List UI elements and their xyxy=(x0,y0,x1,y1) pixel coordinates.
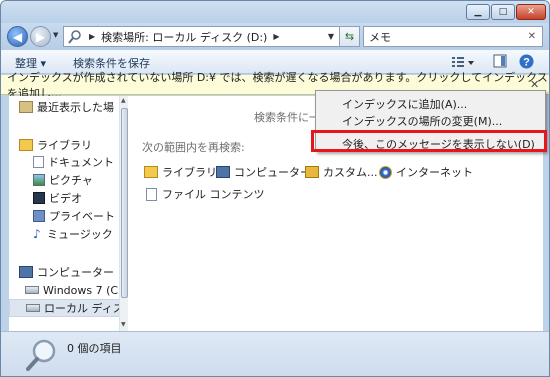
scroll-down-icon[interactable]: ▼ xyxy=(121,321,126,328)
address-dropdown-icon[interactable]: ▼ xyxy=(328,32,334,41)
nav-item-recent-places[interactable]: 最近表示した場 xyxy=(19,98,114,116)
nav-item-computer[interactable]: コンピューター xyxy=(19,263,114,281)
pictures-icon xyxy=(33,174,45,186)
internet-explorer-icon xyxy=(379,165,392,179)
navigation-pane[interactable]: 最近表示した場 ライブラリ ドキュメント ピクチャ ビデオ プライベート ♪ ミ… xyxy=(9,96,127,331)
breadcrumb-separator-icon[interactable]: ▶ xyxy=(89,32,95,41)
nav-item-pictures[interactable]: ピクチャ xyxy=(33,171,93,189)
nav-item-private[interactable]: プライベート xyxy=(33,207,115,225)
address-path[interactable]: 検索場所: ローカル ディスク (D:) xyxy=(101,29,267,45)
drive-d-icon xyxy=(26,304,40,312)
forward-button[interactable]: ▶ xyxy=(30,26,51,47)
music-icon: ♪ xyxy=(33,227,41,241)
nav-item-documents[interactable]: ドキュメント xyxy=(33,153,114,171)
minimize-icon: ▁ xyxy=(474,7,482,17)
documents-icon xyxy=(33,156,44,168)
nav-item-drive-c[interactable]: Windows 7 (C:) xyxy=(25,281,126,299)
preview-pane-icon xyxy=(493,54,507,68)
search-again-library[interactable]: ライブラリ xyxy=(144,164,217,180)
recent-places-icon xyxy=(19,101,33,113)
nav-item-drive-d[interactable]: ローカル ディス xyxy=(9,299,127,317)
menu-item-add-to-index[interactable]: インデックスに追加(A)... xyxy=(342,96,467,112)
menu-item-change-index-locations[interactable]: インデックスの場所の変更(M)... xyxy=(342,113,502,129)
close-button[interactable]: ✕ xyxy=(516,4,546,20)
close-icon: ✕ xyxy=(527,7,535,17)
private-folder-icon xyxy=(33,210,45,222)
view-options-icon xyxy=(452,57,474,67)
nav-item-videos[interactable]: ビデオ xyxy=(33,189,82,207)
svg-text:?: ? xyxy=(523,57,530,69)
search-box[interactable]: メモ ✕ xyxy=(363,26,543,47)
forward-arrow-icon: ▶ xyxy=(35,29,46,44)
scroll-up-icon[interactable]: ▲ xyxy=(121,97,126,104)
navigation-scrollbar[interactable]: ▲ ▼ xyxy=(119,96,128,331)
recent-pages-dropdown-icon[interactable]: ▼ xyxy=(53,31,58,39)
nav-item-library[interactable]: ライブラリ xyxy=(19,136,92,154)
nav-item-music[interactable]: ♪ ミュージック xyxy=(33,225,113,243)
minimize-button[interactable]: ▁ xyxy=(466,4,490,20)
maximize-icon: □ xyxy=(498,7,508,17)
title-bar[interactable]: ▁ □ ✕ xyxy=(1,1,549,23)
address-bar[interactable]: ▶ 検索場所: ローカル ディスク (D:) ▶ ▼ xyxy=(63,26,340,47)
search-again-custom[interactable]: カスタム... xyxy=(305,164,378,180)
folder-icon xyxy=(305,166,319,178)
search-icon xyxy=(68,29,81,44)
refresh-icon: ⇆ xyxy=(344,30,355,43)
search-again-label: 次の範囲内を再検索: xyxy=(142,141,245,154)
search-input[interactable]: メモ xyxy=(369,29,391,45)
library-icon xyxy=(144,166,158,178)
help-icon: ? xyxy=(519,54,534,69)
clear-search-icon[interactable]: ✕ xyxy=(528,31,536,42)
computer-icon xyxy=(19,266,33,278)
search-again-file-contents[interactable]: ファイル コンテンツ xyxy=(146,186,265,202)
videos-icon xyxy=(33,192,45,204)
drive-c-icon xyxy=(25,286,39,294)
highlight-frame xyxy=(311,130,547,152)
file-contents-icon xyxy=(146,187,157,201)
breadcrumb-chevron-icon[interactable]: ▶ xyxy=(273,32,279,41)
computer-icon xyxy=(216,166,230,178)
back-button[interactable]: ◀ xyxy=(7,26,28,47)
details-pane: 0 個の項目 xyxy=(1,331,549,376)
back-arrow-icon: ◀ xyxy=(12,29,23,44)
scrollbar-thumb[interactable] xyxy=(121,108,128,298)
refresh-button[interactable]: ⇆ xyxy=(340,26,360,47)
address-row: ◀ ▶ ▼ ▶ 検索場所: ローカル ディスク (D:) ▶ ▼ ⇆ メモ ✕ xyxy=(1,23,549,50)
search-again-internet[interactable]: インターネット xyxy=(379,164,473,180)
maximize-button[interactable]: □ xyxy=(491,4,515,20)
search-again-computer[interactable]: コンピューター xyxy=(216,164,311,180)
explorer-window: ▁ □ ✕ ◀ ▶ ▼ ▶ 検索場所: ローカル ディスク (D:) ▶ ▼ ⇆ xyxy=(0,0,550,377)
search-magnifier-icon xyxy=(26,339,56,371)
library-icon xyxy=(19,139,33,151)
item-count: 0 個の項目 xyxy=(67,342,122,355)
